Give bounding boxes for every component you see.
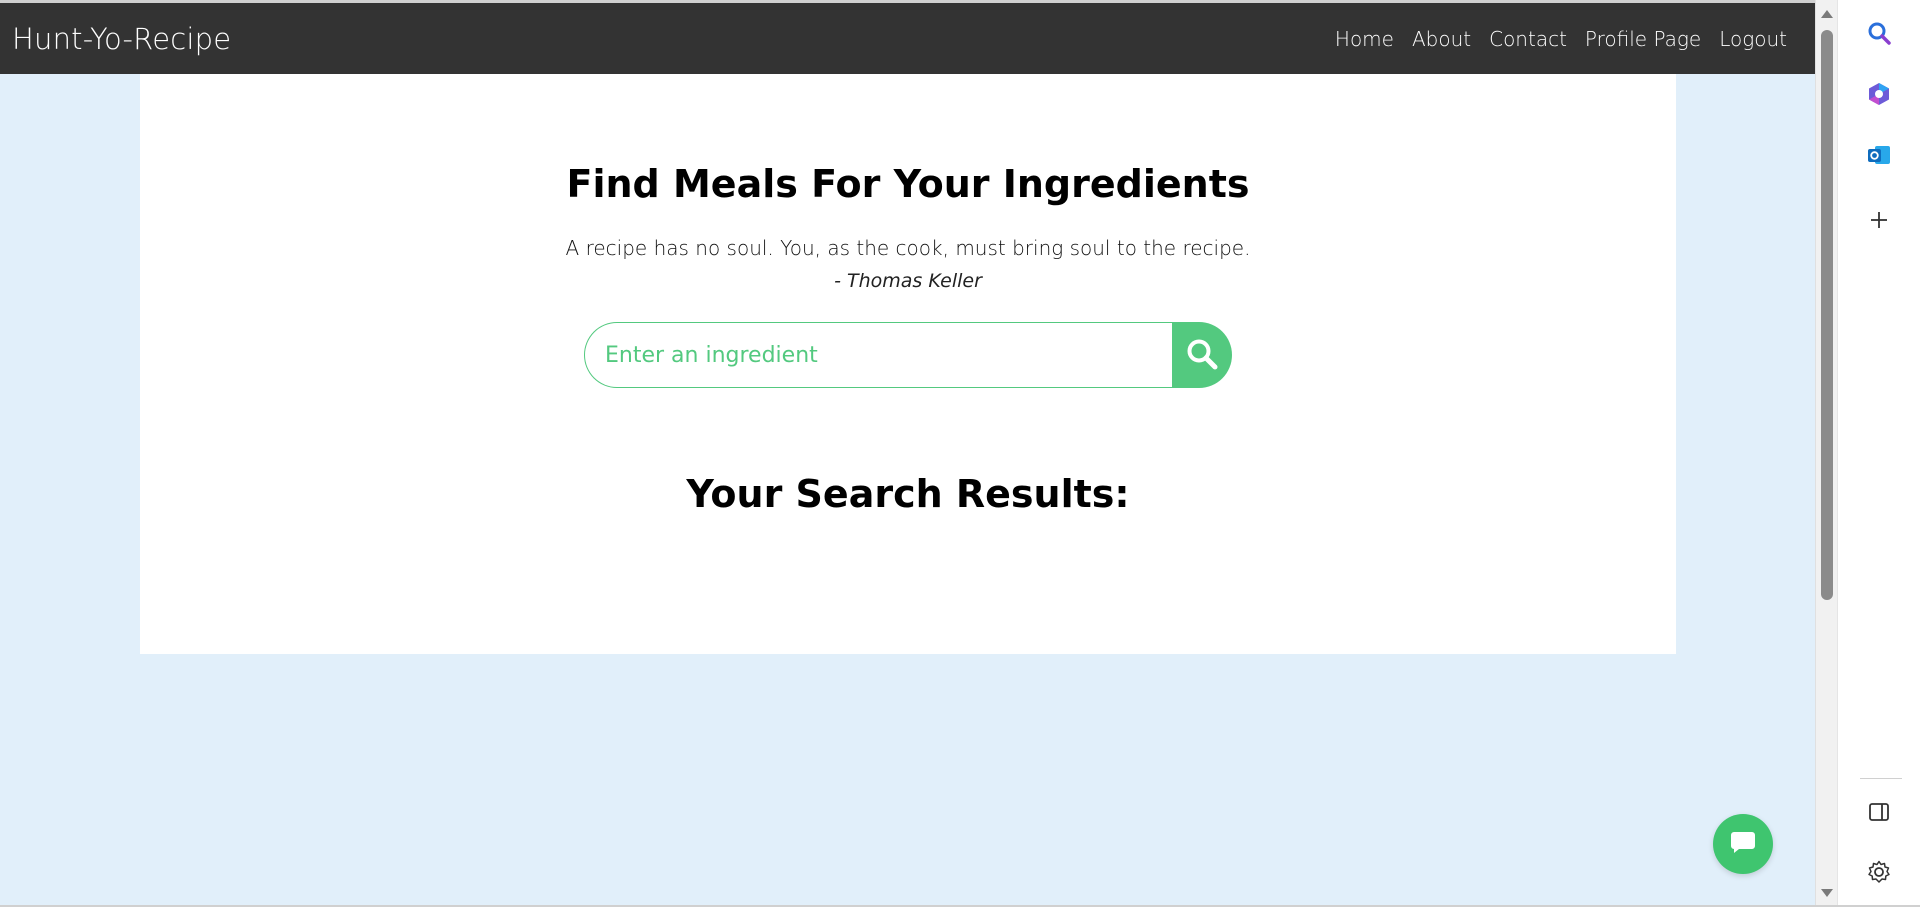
sidebar-divider [1860,778,1902,779]
quote-author: - Thomas Keller [834,270,982,292]
scroll-down-arrow-icon[interactable] [1821,889,1833,897]
scrollbar-thumb[interactable] [1821,30,1833,600]
scroll-up-arrow-icon[interactable] [1821,10,1833,18]
browser-sidebar [1837,0,1920,907]
page-scrollbar[interactable] [1815,0,1837,907]
nav-link-contact[interactable]: Contact [1489,27,1567,51]
top-navbar: Hunt-Yo-Recipe Home About Contact Profil… [0,3,1815,74]
page-title: Find Meals For Your Ingredients [566,162,1250,206]
nav-link-logout[interactable]: Logout [1719,27,1787,51]
chat-bubble-icon [1729,828,1757,860]
search-results-heading: Your Search Results: [686,472,1130,516]
search-bar [584,322,1232,388]
ingredient-search-input[interactable] [584,322,1172,388]
chat-button[interactable] [1713,814,1773,874]
main-content-card: Find Meals For Your Ingredients A recipe… [140,74,1676,654]
search-icon[interactable] [1864,18,1894,48]
search-icon [1185,337,1219,374]
nav-link-home[interactable]: Home [1335,27,1394,51]
add-icon[interactable] [1864,205,1894,235]
nav-link-profile-page[interactable]: Profile Page [1585,27,1701,51]
nav-link-about[interactable]: About [1412,27,1471,51]
copilot-icon[interactable] [1864,79,1894,109]
nav-links: Home About Contact Profile Page Logout [1335,27,1803,51]
settings-icon[interactable] [1864,857,1894,887]
browser-viewport: Hunt-Yo-Recipe Home About Contact Profil… [0,0,1815,907]
brand-logo[interactable]: Hunt-Yo-Recipe [12,22,231,56]
sidebar-toggle-icon[interactable] [1864,797,1894,827]
outlook-icon[interactable] [1864,140,1894,170]
quote-text: A recipe has no soul. You, as the cook, … [565,236,1251,260]
search-button[interactable] [1172,322,1232,388]
